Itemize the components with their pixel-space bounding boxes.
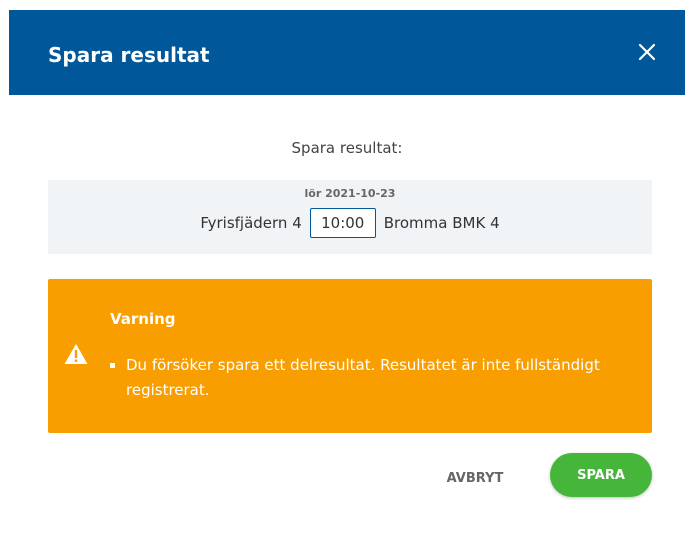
away-team: Bromma BMK 4 xyxy=(383,214,500,232)
warning-box: Varning Du försöker spara ett delresulta… xyxy=(48,279,652,433)
cancel-button[interactable]: AVBRYT xyxy=(430,466,520,490)
dialog-title: Spara resultat xyxy=(48,43,210,67)
dialog-header: Spara resultat xyxy=(9,10,685,95)
warning-triangle-icon xyxy=(64,344,88,364)
save-result-dialog: Spara resultat Spara resultat: lör 2021-… xyxy=(9,10,685,533)
dialog-subtitle: Spara resultat: xyxy=(291,139,403,157)
warning-message: Du försöker spara ett delresultat. Resul… xyxy=(110,353,630,403)
warning-message-list: Du försöker spara ett delresultat. Resul… xyxy=(110,353,630,403)
warning-title: Varning xyxy=(110,310,176,328)
page: Spara resultat Spara resultat: lör 2021-… xyxy=(0,0,685,533)
match-row: Fyrisfjädern 4 Bromma BMK 4 xyxy=(48,206,652,240)
save-button[interactable]: SPARA xyxy=(550,453,652,497)
home-team: Fyrisfjädern 4 xyxy=(200,214,302,232)
close-button[interactable] xyxy=(635,40,659,64)
close-icon xyxy=(638,43,656,61)
match-time-input[interactable] xyxy=(309,208,376,238)
match-summary: lör 2021-10-23 Fyrisfjädern 4 Bromma BMK… xyxy=(48,180,652,254)
match-date: lör 2021-10-23 xyxy=(304,187,396,200)
